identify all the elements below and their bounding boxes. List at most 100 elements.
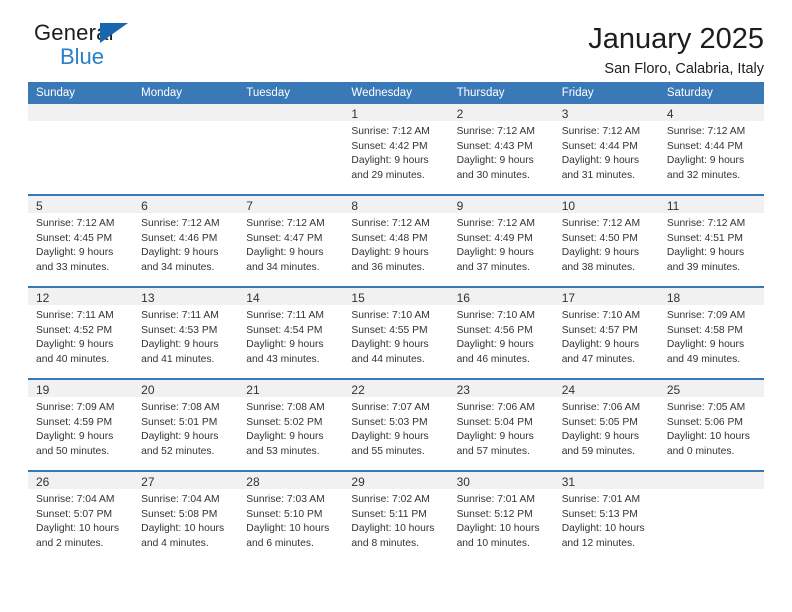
sun-info: Sunrise: 7:07 AM Sunset: 5:03 PM Daylight:… — [343, 397, 448, 459]
sunset-text: Sunset: 4:49 PM — [456, 232, 533, 244]
day-number: 26 — [28, 472, 134, 489]
sunset-text: Sunset: 4:44 PM — [561, 140, 638, 152]
sunrise-text: Sunrise: 7:11 AM — [141, 310, 219, 321]
calendar-day-cell[interactable]: 20 Sunrise: 7:08 AM Sunset: 5:01 PM Dayligh… — [133, 378, 239, 471]
calendar-day-cell[interactable]: 24 Sunrise: 7:06 AM Sunset: 5:05 PM Dayligh… — [553, 378, 659, 471]
day-number: 7 — [238, 196, 344, 213]
sunset-text: Sunset: 5:08 PM — [141, 508, 218, 520]
daylight-text-line2: and 47 minutes. — [561, 353, 635, 365]
daylight-text-line1: Daylight: 9 hours — [141, 247, 219, 259]
calendar-cell-empty — [28, 104, 134, 195]
calendar-day-cell[interactable]: 14 Sunrise: 7:11 AM Sunset: 4:54 PM Dayligh… — [238, 286, 344, 379]
calendar-week-row: 26 Sunrise: 7:04 AM Sunset: 5:07 PM Dayligh… — [28, 470, 764, 562]
sunset-text: Sunset: 4:52 PM — [36, 324, 113, 336]
daylight-text-line1: Daylight: 9 hours — [351, 431, 429, 443]
sunset-text: Sunset: 4:56 PM — [456, 324, 533, 336]
calendar-day-cell[interactable]: 19 Sunrise: 7:09 AM Sunset: 4:59 PM Dayligh… — [28, 378, 134, 471]
daylight-text-line1: Daylight: 9 hours — [246, 339, 324, 351]
calendar-day-cell[interactable]: 27 Sunrise: 7:04 AM Sunset: 5:08 PM Dayligh… — [133, 470, 239, 562]
daylight-text-line2: and 52 minutes. — [141, 445, 215, 457]
daylight-text-line1: Daylight: 9 hours — [351, 339, 429, 351]
day-number: 18 — [658, 288, 764, 305]
daylight-text-line1: Daylight: 10 hours — [246, 523, 330, 535]
calendar-day-cell[interactable]: 8 Sunrise: 7:12 AM Sunset: 4:48 PM Daylight… — [343, 194, 449, 287]
calendar-day-cell[interactable]: 28 Sunrise: 7:03 AM Sunset: 5:10 PM Dayligh… — [238, 470, 344, 562]
daylight-text-line2: and 59 minutes. — [561, 445, 635, 457]
sun-info: Sunrise: 7:10 AM Sunset: 4:57 PM Daylight:… — [554, 305, 659, 367]
daylight-text-line1: Daylight: 9 hours — [456, 431, 534, 443]
daylight-text-line2: and 0 minutes. — [666, 445, 735, 457]
day-number: 2 — [448, 104, 554, 121]
calendar-day-cell[interactable]: 15 Sunrise: 7:10 AM Sunset: 4:55 PM Dayligh… — [343, 286, 449, 379]
day-cell-content: 24 Sunrise: 7:06 AM Sunset: 5:05 PM Dayligh… — [553, 380, 659, 470]
brand-logo[interactable]: General Blue — [28, 22, 164, 74]
calendar-day-cell[interactable]: 2 Sunrise: 7:12 AM Sunset: 4:43 PM Daylight… — [448, 104, 554, 195]
daylight-text-line2: and 49 minutes. — [666, 353, 741, 365]
sun-info: Sunrise: 7:11 AM Sunset: 4:53 PM Daylight:… — [133, 305, 238, 367]
calendar-day-cell[interactable]: 29 Sunrise: 7:02 AM Sunset: 5:11 PM Dayligh… — [343, 470, 449, 562]
daylight-text-line2: and 2 minutes. — [36, 537, 104, 549]
calendar-day-cell[interactable]: 4 Sunrise: 7:12 AM Sunset: 4:44 PM Daylight… — [658, 104, 764, 195]
calendar-day-cell[interactable]: 25 Sunrise: 7:05 AM Sunset: 5:06 PM Dayligh… — [658, 378, 764, 471]
sun-info: Sunrise: 7:12 AM Sunset: 4:42 PM Daylight:… — [343, 121, 448, 183]
calendar-day-cell[interactable]: 31 Sunrise: 7:01 AM Sunset: 5:13 PM Dayligh… — [553, 470, 659, 562]
day-number: 30 — [448, 472, 554, 489]
day-number: 10 — [553, 196, 659, 213]
calendar-day-cell[interactable]: 6 Sunrise: 7:12 AM Sunset: 4:46 PM Daylight… — [133, 194, 239, 287]
sunrise-text: Sunrise: 7:10 AM — [351, 310, 430, 321]
day-number: 4 — [658, 104, 764, 121]
sun-info: Sunrise: 7:08 AM Sunset: 5:02 PM Daylight:… — [238, 397, 343, 459]
calendar-day-cell[interactable]: 30 Sunrise: 7:01 AM Sunset: 5:12 PM Dayligh… — [448, 470, 554, 562]
calendar-day-cell[interactable]: 23 Sunrise: 7:06 AM Sunset: 5:04 PM Dayligh… — [448, 378, 554, 471]
calendar-day-cell[interactable]: 11 Sunrise: 7:12 AM Sunset: 4:51 PM Dayligh… — [658, 194, 764, 287]
calendar-day-cell[interactable]: 12 Sunrise: 7:11 AM Sunset: 4:52 PM Dayligh… — [28, 286, 134, 379]
sun-info: Sunrise: 7:09 AM Sunset: 4:58 PM Daylight:… — [659, 305, 764, 367]
weekday-header-friday: Friday — [553, 82, 659, 104]
daylight-text-line2: and 30 minutes. — [456, 169, 530, 181]
calendar-day-cell[interactable]: 16 Sunrise: 7:10 AM Sunset: 4:56 PM Dayligh… — [448, 286, 554, 379]
day-number: 19 — [28, 380, 134, 397]
day-number: 28 — [238, 472, 344, 489]
day-number: 15 — [343, 288, 449, 305]
day-number — [133, 104, 239, 121]
calendar-day-cell[interactable]: 5 Sunrise: 7:12 AM Sunset: 4:45 PM Daylight… — [28, 194, 134, 287]
day-number — [658, 472, 764, 489]
calendar-day-cell[interactable]: 26 Sunrise: 7:04 AM Sunset: 5:07 PM Dayligh… — [28, 470, 134, 562]
sunset-text: Sunset: 4:42 PM — [351, 140, 428, 152]
calendar-day-cell[interactable]: 13 Sunrise: 7:11 AM Sunset: 4:53 PM Dayligh… — [133, 286, 239, 379]
daylight-text-line1: Daylight: 9 hours — [36, 431, 114, 443]
sunrise-text: Sunrise: 7:12 AM — [456, 218, 535, 229]
day-cell-content: 10 Sunrise: 7:12 AM Sunset: 4:50 PM Dayligh… — [553, 196, 659, 286]
sunrise-text: Sunrise: 7:12 AM — [666, 126, 746, 137]
sunrise-text: Sunrise: 7:10 AM — [561, 310, 641, 321]
sunset-text: Sunset: 5:04 PM — [456, 416, 533, 428]
sunrise-text: Sunrise: 7:04 AM — [36, 494, 115, 505]
title-block: January 2025 San Floro, Calabria, Italy — [588, 22, 764, 78]
calendar-day-cell[interactable]: 9 Sunrise: 7:12 AM Sunset: 4:49 PM Daylight… — [448, 194, 554, 287]
sunset-text: Sunset: 4:50 PM — [561, 232, 638, 244]
sunrise-text: Sunrise: 7:02 AM — [351, 494, 430, 505]
sun-info: Sunrise: 7:01 AM Sunset: 5:12 PM Daylight:… — [449, 489, 554, 551]
sunset-text: Sunset: 5:12 PM — [456, 508, 533, 520]
daylight-text-line2: and 41 minutes. — [141, 353, 215, 365]
calendar-day-cell[interactable]: 7 Sunrise: 7:12 AM Sunset: 4:47 PM Daylight… — [238, 194, 344, 287]
calendar-day-cell[interactable]: 21 Sunrise: 7:08 AM Sunset: 5:02 PM Dayligh… — [238, 378, 344, 471]
sunrise-text: Sunrise: 7:01 AM — [561, 494, 641, 505]
day-cell-content: 3 Sunrise: 7:12 AM Sunset: 4:44 PM Daylight… — [553, 104, 659, 194]
daylight-text-line1: Daylight: 9 hours — [351, 155, 429, 167]
sunrise-text: Sunrise: 7:12 AM — [666, 218, 746, 229]
sunrise-text: Sunrise: 7:12 AM — [561, 218, 641, 229]
calendar-day-cell[interactable]: 1 Sunrise: 7:12 AM Sunset: 4:42 PM Daylight… — [343, 104, 449, 195]
sunrise-text: Sunrise: 7:11 AM — [246, 310, 324, 321]
calendar-day-cell[interactable]: 18 Sunrise: 7:09 AM Sunset: 4:58 PM Dayligh… — [658, 286, 764, 379]
calendar-day-cell[interactable]: 3 Sunrise: 7:12 AM Sunset: 4:44 PM Daylight… — [553, 104, 659, 195]
sunrise-text: Sunrise: 7:12 AM — [36, 218, 115, 229]
sun-info: Sunrise: 7:08 AM Sunset: 5:01 PM Daylight:… — [133, 397, 238, 459]
sunrise-text: Sunrise: 7:06 AM — [456, 402, 535, 413]
calendar-day-cell[interactable]: 22 Sunrise: 7:07 AM Sunset: 5:03 PM Dayligh… — [343, 378, 449, 471]
daylight-text-line1: Daylight: 9 hours — [456, 339, 534, 351]
calendar-day-cell[interactable]: 17 Sunrise: 7:10 AM Sunset: 4:57 PM Dayligh… — [553, 286, 659, 379]
sunrise-text: Sunrise: 7:09 AM — [666, 310, 746, 321]
calendar-day-cell[interactable]: 10 Sunrise: 7:12 AM Sunset: 4:50 PM Dayligh… — [553, 194, 659, 287]
day-number: 5 — [28, 196, 134, 213]
